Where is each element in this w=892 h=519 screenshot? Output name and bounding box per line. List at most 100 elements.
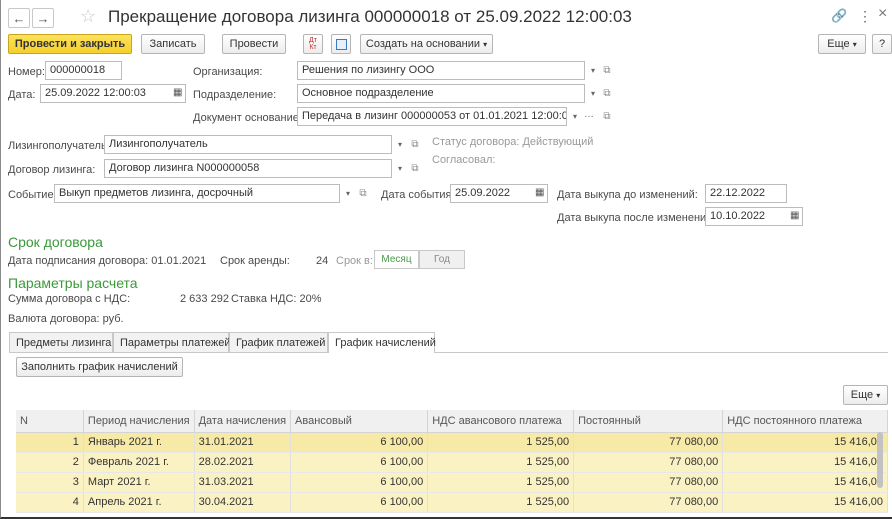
base-document-field[interactable]: Передача в лизинг 000000053 от 01.01.202… (297, 107, 567, 126)
chevron-down-icon: ▾ (852, 39, 857, 49)
buyout-after-field[interactable]: 10.10.2022 (705, 207, 803, 226)
table-row[interactable]: 3 Март 2021 г. 31.03.2021 6 100,00 1 525… (16, 472, 888, 493)
cell-n: 2 (16, 452, 84, 473)
department-dropdown-icon[interactable]: ▾ (586, 85, 600, 102)
column-header-constant-vat[interactable]: НДС постоянного платежа (722, 410, 888, 433)
contract-dropdown-icon[interactable]: ▾ (393, 160, 407, 177)
buyout-before-label: Дата выкупа до изменений: (557, 189, 698, 201)
cell-date: 31.01.2021 (194, 432, 292, 453)
create-based-on-button[interactable]: Создать на основании ▾ (360, 34, 493, 54)
cell-constant-vat: 15 416,00 (722, 472, 888, 493)
back-button[interactable]: ← (8, 8, 30, 28)
contract-open-icon[interactable]: ⧉ (408, 160, 422, 177)
agreed-by-label: Согласовал: (432, 154, 496, 166)
date-label: Дата: (8, 89, 36, 101)
table-scrollbar[interactable] (877, 432, 883, 488)
cell-period: Январь 2021 г. (83, 432, 195, 453)
cell-period: Февраль 2021 г. (83, 452, 195, 473)
save-button[interactable]: Записать (141, 34, 205, 54)
tab-accrual-schedule[interactable]: График начислений (328, 332, 436, 353)
buyout-before-field: 22.12.2022 (705, 184, 787, 203)
table-row[interactable]: 4 Апрель 2021 г. 30.04.2021 6 100,00 1 5… (16, 492, 888, 513)
more-actions-icon[interactable]: ⋮ (858, 8, 872, 25)
base-document-label: Документ основание: (193, 112, 302, 124)
event-date-field[interactable]: 25.09.2022 (450, 184, 548, 203)
buyout-after-calendar-icon[interactable]: ▦ (790, 210, 799, 221)
number-field[interactable]: 000000018 (45, 61, 122, 80)
cell-constant-vat: 15 416,00 (722, 432, 888, 453)
arrow-right-icon: → (36, 10, 50, 26)
lessee-label: Лизингополучатель: (8, 140, 110, 152)
post-button[interactable]: Провести (222, 34, 286, 54)
chevron-down-icon: ▾ (876, 390, 881, 400)
event-label: Событие: (8, 189, 57, 201)
organization-dropdown-icon[interactable]: ▾ (586, 62, 600, 79)
cell-constant: 77 080,00 (573, 492, 724, 513)
organization-field[interactable]: Решения по лизингу ООО (297, 61, 585, 80)
lessee-dropdown-icon[interactable]: ▾ (393, 136, 407, 153)
event-date-label: Дата события: (381, 189, 455, 201)
more-label: Еще (827, 38, 850, 50)
cell-advance-vat: 1 525,00 (427, 472, 575, 493)
chevron-down-icon: ▾ (483, 39, 488, 49)
number-label: Номер: (8, 66, 45, 78)
cell-constant: 77 080,00 (573, 452, 724, 473)
tab-leasing-items[interactable]: Предметы лизинга (9, 332, 113, 352)
tab-payment-params[interactable]: Параметры платежей (113, 332, 230, 352)
column-header-advance[interactable]: Авансовый (290, 410, 429, 433)
base-document-dropdown-icon[interactable]: ▾ (568, 108, 582, 125)
cell-n: 1 (16, 432, 84, 453)
link-icon[interactable]: 🔗 (831, 8, 847, 24)
date-field[interactable]: 25.09.2022 12:00:03 (40, 84, 186, 103)
cell-advance: 6 100,00 (290, 472, 429, 493)
tab-payment-schedule[interactable]: График платежей (229, 332, 328, 352)
term-year-toggle[interactable]: Год (419, 250, 465, 269)
forward-button[interactable]: → (32, 8, 54, 28)
department-label: Подразделение: (193, 89, 277, 101)
rent-term-value: 24 (316, 255, 329, 267)
base-document-select-icon[interactable]: … (584, 109, 594, 120)
fill-schedule-button[interactable]: Заполнить график начислений (16, 357, 183, 377)
column-header-period[interactable]: Период начисления (83, 410, 195, 433)
column-header-n[interactable]: N (16, 410, 84, 433)
calendar-icon[interactable]: ▦ (173, 87, 182, 98)
cell-n: 4 (16, 492, 84, 513)
cell-date: 31.03.2021 (194, 472, 292, 493)
cell-n: 3 (16, 472, 84, 493)
favorite-star-icon[interactable]: ☆ (80, 6, 96, 27)
lessee-open-icon[interactable]: ⧉ (408, 136, 422, 153)
event-open-icon[interactable]: ⧉ (356, 185, 370, 202)
base-document-open-icon[interactable]: ⧉ (600, 108, 614, 125)
cell-advance: 6 100,00 (290, 452, 429, 473)
table-row[interactable]: 1 Январь 2021 г. 31.01.2021 6 100,00 1 5… (16, 432, 888, 453)
event-dropdown-icon[interactable]: ▾ (341, 185, 355, 202)
table-more-label: Еще (850, 389, 874, 401)
column-header-advance-vat[interactable]: НДС авансового платежа (427, 410, 575, 433)
department-open-icon[interactable]: ⧉ (600, 85, 614, 102)
table-row[interactable]: 2 Февраль 2021 г. 28.02.2021 6 100,00 1 … (16, 452, 888, 473)
currency-label: Валюта договора: руб. (8, 313, 124, 325)
dt-kt-report-button[interactable]: Дт Кт (303, 34, 323, 54)
cell-date: 28.02.2021 (194, 452, 292, 473)
organization-label: Организация: (193, 66, 263, 78)
more-button[interactable]: Еще ▾ (818, 34, 866, 54)
cell-advance-vat: 1 525,00 (427, 452, 575, 473)
table-more-button[interactable]: Еще ▾ (843, 385, 888, 405)
cell-period: Апрель 2021 г. (83, 492, 195, 513)
event-date-calendar-icon[interactable]: ▦ (535, 187, 544, 198)
cell-constant-vat: 15 416,00 (722, 452, 888, 473)
structure-button[interactable] (331, 34, 351, 54)
contract-sum-value: 2 633 292 (180, 293, 229, 305)
contract-status-label: Статус договора: Действующий (432, 136, 594, 148)
department-field[interactable]: Основное подразделение (297, 84, 585, 103)
contract-field[interactable]: Договор лизинга N000000058 (104, 159, 392, 178)
term-month-toggle[interactable]: Месяц (374, 250, 419, 269)
close-icon[interactable]: × (878, 5, 887, 23)
event-field[interactable]: Выкуп предметов лизинга, досрочный (54, 184, 340, 203)
post-and-close-button[interactable]: Провести и закрыть (8, 34, 132, 54)
column-header-date[interactable]: Дата начисления (194, 410, 292, 433)
organization-open-icon[interactable]: ⧉ (600, 62, 614, 79)
lessee-field[interactable]: Лизингополучатель (104, 135, 392, 154)
column-header-constant[interactable]: Постоянный (573, 410, 724, 433)
help-button[interactable]: ? (872, 34, 892, 54)
